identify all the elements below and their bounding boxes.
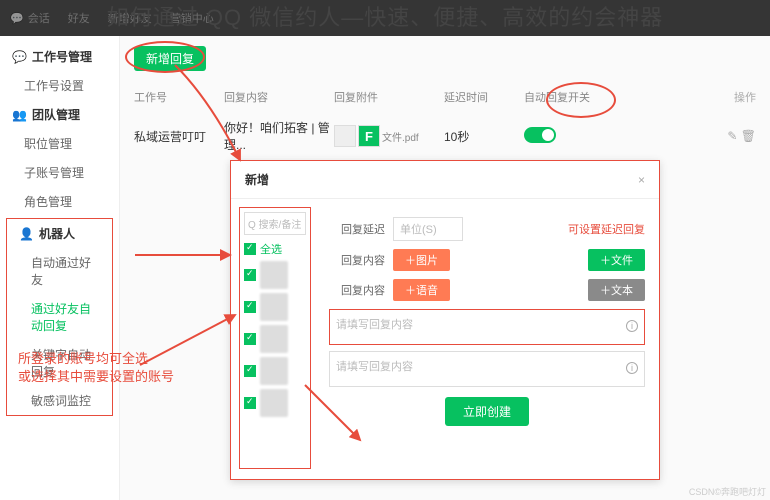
cell-attach: F 文件.pdf <box>334 125 444 147</box>
sidebar-item-auto-reply[interactable]: 通过好友自动回复 <box>7 294 112 340</box>
checkbox-icon[interactable] <box>244 269 256 281</box>
annotation-circle <box>546 82 616 118</box>
avatar <box>260 261 288 289</box>
nav-item[interactable]: 💬 会话 <box>10 10 50 26</box>
checkbox-icon[interactable] <box>244 333 256 345</box>
nav-item[interactable]: 新增好友 <box>108 10 152 26</box>
content-label: 回复内容 <box>329 252 385 268</box>
sidebar: 💬 工作号管理 工作号设置 👥 团队管理 职位管理 子账号管理 角色管理 👤 机… <box>0 36 120 500</box>
th-delay: 延迟时间 <box>444 89 524 105</box>
sidebar-item-work-settings[interactable]: 工作号设置 <box>0 71 119 100</box>
nav-item[interactable]: 营销中心 <box>170 10 214 26</box>
info-icon[interactable]: i <box>626 320 638 332</box>
top-nav: 💬 会话 好友 新增好友 营销中心 <box>0 0 770 36</box>
cell-switch <box>524 127 624 146</box>
sidebar-item-subaccount[interactable]: 子账号管理 <box>0 158 119 187</box>
cell-work: 私域运营叮叮 <box>134 128 224 145</box>
file-icon: F <box>358 125 380 147</box>
search-input[interactable]: Q 搜索/备注 <box>244 212 306 235</box>
info-icon[interactable]: i <box>626 362 638 374</box>
file-thumb <box>334 125 356 147</box>
create-button[interactable]: 立即创建 <box>445 397 529 426</box>
sidebar-item-position[interactable]: 职位管理 <box>0 129 119 158</box>
account-item[interactable] <box>244 357 306 385</box>
account-item[interactable] <box>244 389 306 417</box>
account-column: Q 搜索/备注 全选 <box>239 207 311 469</box>
file-name: 文件.pdf <box>382 129 419 144</box>
avatar <box>260 389 288 417</box>
auto-reply-toggle[interactable] <box>524 127 556 143</box>
cell-ops: ✎ 🗑 <box>624 129 756 143</box>
checkbox-icon[interactable] <box>244 243 256 255</box>
avatar <box>260 325 288 353</box>
content-label: 回复内容 <box>329 282 385 298</box>
watermark: CSDN©奔跑吧灯灯 <box>689 485 766 498</box>
sidebar-group-work: 💬 工作号管理 <box>0 42 119 71</box>
table-row: 私域运营叮叮 你好！咱们拓客 | 管理... F 文件.pdf 10秒 ✎ 🗑 <box>134 119 756 153</box>
modal-title: 新增 <box>245 171 269 188</box>
reply-textarea[interactable]: 请填写回复内容i <box>329 351 645 387</box>
annotation-circle <box>125 41 205 73</box>
account-item[interactable] <box>244 325 306 353</box>
cell-content: 你好！咱们拓客 | 管理... <box>224 119 334 153</box>
avatar <box>260 293 288 321</box>
delay-note: 可设置延迟回复 <box>568 221 645 237</box>
checkbox-icon[interactable] <box>244 365 256 377</box>
nav-item[interactable]: 好友 <box>68 10 90 26</box>
avatar <box>260 357 288 385</box>
th-work: 工作号 <box>134 89 224 105</box>
checkbox-icon[interactable] <box>244 397 256 409</box>
th-attach: 回复附件 <box>334 89 444 105</box>
form-column: 回复延迟 单位(S) 可设置延迟回复 回复内容 ＋图片 ＋文件 回复内容 ＋语音… <box>315 199 659 477</box>
add-voice-button[interactable]: ＋语音 <box>393 279 450 301</box>
sidebar-item-role[interactable]: 角色管理 <box>0 187 119 216</box>
delay-input[interactable]: 单位(S) <box>393 217 463 241</box>
sidebar-group-robot: 👤 机器人 <box>7 219 112 248</box>
table-header: 工作号 回复内容 回复附件 延迟时间 自动回复开关 操作 <box>134 89 756 105</box>
sidebar-item-auto-accept[interactable]: 自动通过好友 <box>7 248 112 294</box>
cell-delay: 10秒 <box>444 128 524 145</box>
th-content: 回复内容 <box>224 89 334 105</box>
annotation-text: 所登录的账号均可全选 或选择其中需要设置的账号 <box>18 350 174 386</box>
reply-textarea[interactable]: 请填写回复内容i <box>329 309 645 345</box>
select-all-row[interactable]: 全选 <box>244 241 306 257</box>
add-file-button[interactable]: ＋文件 <box>588 249 645 271</box>
account-item[interactable] <box>244 261 306 289</box>
checkbox-icon[interactable] <box>244 301 256 313</box>
sidebar-group-team: 👥 团队管理 <box>0 100 119 129</box>
add-image-button[interactable]: ＋图片 <box>393 249 450 271</box>
account-item[interactable] <box>244 293 306 321</box>
new-reply-modal: 新增 × Q 搜索/备注 全选 回复延迟 单位(S) 可设置延迟回复 回复内容 … <box>230 160 660 480</box>
close-icon[interactable]: × <box>638 173 645 187</box>
th-ops: 操作 <box>624 89 756 105</box>
delay-label: 回复延迟 <box>329 221 385 237</box>
add-text-button[interactable]: ＋文本 <box>588 279 645 301</box>
sidebar-item-sensitive[interactable]: 敏感词监控 <box>7 386 112 415</box>
